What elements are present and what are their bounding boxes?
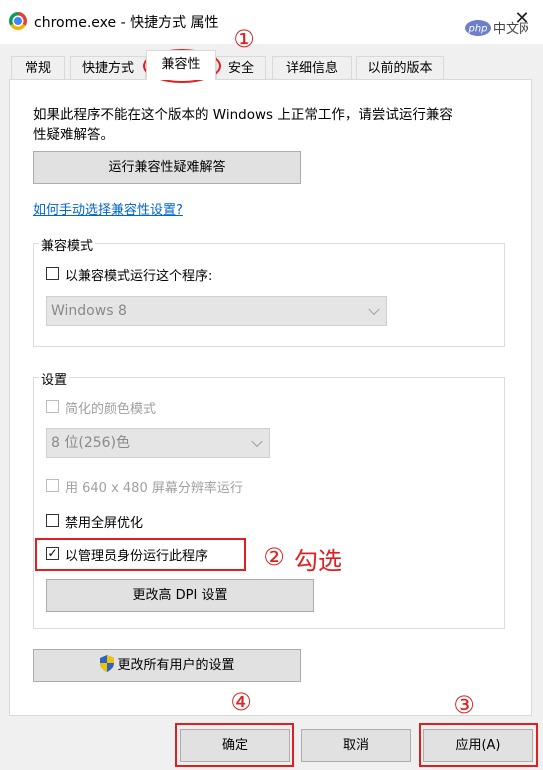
color-depth-select-value: 8 位(256)色 [51, 435, 131, 451]
annotation-step-1: ① [233, 25, 255, 53]
annotation-box-ok [175, 723, 294, 767]
run-troubleshooter-button[interactable]: 运行兼容性疑难解答 [33, 151, 301, 184]
annotation-step-3: ③ [453, 691, 475, 719]
disable-fullscreen-label: 禁用全屏优化 [65, 516, 144, 531]
tab-general[interactable]: 常规 [11, 56, 65, 79]
chevron-down-icon [251, 435, 263, 448]
compat-mode-checkbox[interactable] [46, 267, 59, 280]
annotation-box-run-as-admin [35, 538, 246, 571]
compat-mode-group [33, 243, 505, 347]
intro-text-line2: 性疑难解答。 [33, 127, 114, 143]
cancel-button[interactable]: 取消 [301, 729, 411, 762]
annotation-box-apply [419, 723, 538, 767]
close-icon[interactable]: ✕ [511, 8, 533, 30]
tab-shortcut[interactable]: 快捷方式 [70, 56, 146, 79]
res-640-checkbox[interactable] [46, 479, 59, 492]
window-title: chrome.exe - 快捷方式 属性 [34, 15, 219, 31]
compat-mode-group-label: 兼容模式 [39, 235, 96, 254]
disable-fullscreen-checkbox[interactable] [46, 514, 59, 527]
annotation-step-2: ② [263, 543, 285, 571]
color-depth-select[interactable]: 8 位(256)色 [46, 428, 270, 458]
change-dpi-button[interactable]: 更改高 DPI 设置 [46, 579, 314, 612]
change-all-users-button[interactable]: 更改所有用户的设置 [33, 649, 301, 682]
change-all-users-label: 更改所有用户的设置 [117, 658, 235, 673]
tab-details[interactable]: 详细信息 [272, 56, 352, 79]
intro-text-line1: 如果此程序不能在这个版本的 Windows 上正常工作，请尝试运行兼容 [33, 107, 453, 123]
annotation-step-4: ④ [230, 688, 252, 716]
chevron-down-icon [368, 303, 380, 316]
manual-compat-settings-link[interactable]: 如何手动选择兼容性设置? [33, 199, 183, 218]
tab-security[interactable]: 安全 [216, 56, 266, 79]
compat-os-select-value: Windows 8 [51, 303, 127, 319]
annotation-check-text: 勾选 [294, 547, 342, 575]
reduced-color-label: 简化的颜色模式 [65, 402, 157, 417]
chrome-app-icon [9, 12, 27, 30]
compat-os-select[interactable]: Windows 8 [46, 296, 387, 326]
svg-text:php: php [467, 24, 487, 35]
tab-compatibility[interactable]: 兼容性 [146, 50, 216, 80]
res-640-label: 用 640 x 480 屏幕分辨率运行 [65, 481, 243, 496]
reduced-color-checkbox[interactable] [46, 400, 59, 413]
settings-group-label: 设置 [39, 369, 70, 388]
uac-shield-icon [100, 655, 115, 672]
tab-previous-versions[interactable]: 以前的版本 [356, 56, 444, 79]
compat-mode-checkbox-label: 以兼容模式运行这个程序: [65, 269, 213, 284]
